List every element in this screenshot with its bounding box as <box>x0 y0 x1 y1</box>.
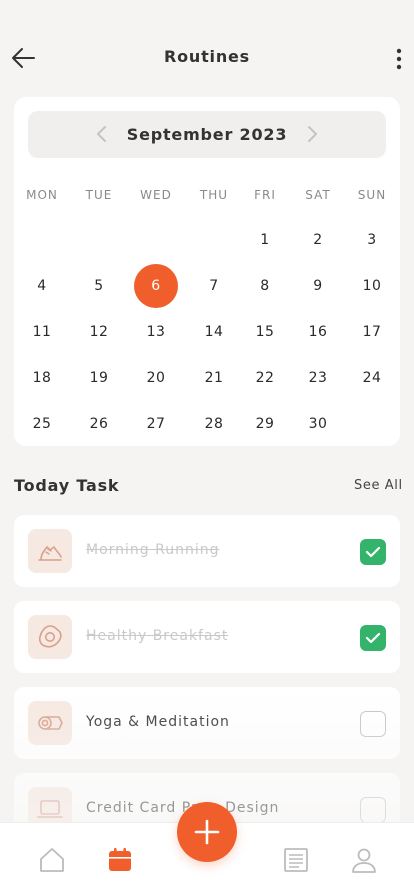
task-card[interactable]: Morning Running <box>14 515 400 587</box>
calendar-day[interactable]: 11 <box>20 310 64 354</box>
task-card[interactable]: Healthy Breakfast <box>14 601 400 673</box>
task-checkbox[interactable] <box>360 625 386 651</box>
calendar-day[interactable]: 8 <box>243 264 287 308</box>
calendar-day[interactable]: 10 <box>350 264 394 308</box>
add-icon[interactable] <box>177 802 237 862</box>
calendar-day[interactable]: 28 <box>192 402 236 446</box>
calendar-card: September 2023 MON TUE WED THU FRI SAT SUN 1 2 3 4… <box>14 97 400 446</box>
task-label: Morning Running <box>86 542 220 558</box>
calendar-day[interactable]: 3 <box>350 218 394 262</box>
running-shoe-icon <box>28 529 72 573</box>
calendar-day[interactable]: 26 <box>77 402 121 446</box>
task-checkbox[interactable] <box>360 797 386 823</box>
calendar-day[interactable]: 4 <box>20 264 64 308</box>
calendar-day[interactable]: 12 <box>77 310 121 354</box>
calendar-icon[interactable] <box>105 845 135 875</box>
calendar-day[interactable]: 27 <box>134 402 178 446</box>
profile-icon[interactable] <box>349 845 379 875</box>
chevron-right-icon[interactable] <box>302 123 322 145</box>
calendar-day[interactable]: 17 <box>350 310 394 354</box>
calendar-day-selected[interactable]: 6 <box>134 264 178 308</box>
month-selector: September 2023 <box>28 111 386 158</box>
page-title: Routines <box>163 47 250 66</box>
calendar-day[interactable]: 18 <box>20 356 64 400</box>
calendar-day[interactable]: 30 <box>296 402 340 446</box>
weekday-label: FRI <box>254 188 276 202</box>
task-label: Healthy Breakfast <box>86 628 229 644</box>
calendar-day[interactable]: 14 <box>192 310 236 354</box>
calendar-day[interactable]: 22 <box>243 356 287 400</box>
yoga-mat-icon <box>28 701 72 745</box>
calendar-day[interactable]: 2 <box>296 218 340 262</box>
calendar-day[interactable]: 9 <box>296 264 340 308</box>
document-icon[interactable] <box>281 845 311 875</box>
calendar-day[interactable]: 23 <box>296 356 340 400</box>
month-label: September 2023 <box>126 125 288 144</box>
fried-egg-icon <box>28 615 72 659</box>
calendar-day[interactable]: 25 <box>20 402 64 446</box>
task-label: Yoga & Meditation <box>86 714 230 730</box>
weekday-label: WED <box>140 188 172 202</box>
calendar-day[interactable]: 24 <box>350 356 394 400</box>
calendar-day[interactable]: 7 <box>192 264 236 308</box>
see-all-link[interactable]: See All <box>354 478 403 493</box>
task-checkbox[interactable] <box>360 711 386 737</box>
weekday-label: TUE <box>85 188 113 202</box>
task-checkbox[interactable] <box>360 539 386 565</box>
top-bar: Routines <box>0 0 414 100</box>
calendar-day[interactable]: 5 <box>77 264 121 308</box>
more-options-icon[interactable] <box>392 46 406 72</box>
calendar-day[interactable]: 15 <box>243 310 287 354</box>
weekday-label: MON <box>26 188 58 202</box>
calendar-day[interactable]: 20 <box>134 356 178 400</box>
weekday-label: SUN <box>357 188 387 202</box>
task-card[interactable]: Yoga & Meditation <box>14 687 400 759</box>
calendar-day[interactable]: 29 <box>243 402 287 446</box>
section-title: Today Task <box>14 476 120 495</box>
calendar-day[interactable]: 13 <box>134 310 178 354</box>
calendar-day[interactable]: 21 <box>192 356 236 400</box>
weekday-label: SAT <box>305 188 331 202</box>
calendar-day[interactable]: 19 <box>77 356 121 400</box>
weekday-label: THU <box>199 188 229 202</box>
calendar-day[interactable]: 1 <box>243 218 287 262</box>
calendar-day[interactable]: 16 <box>296 310 340 354</box>
home-icon[interactable] <box>37 845 67 875</box>
